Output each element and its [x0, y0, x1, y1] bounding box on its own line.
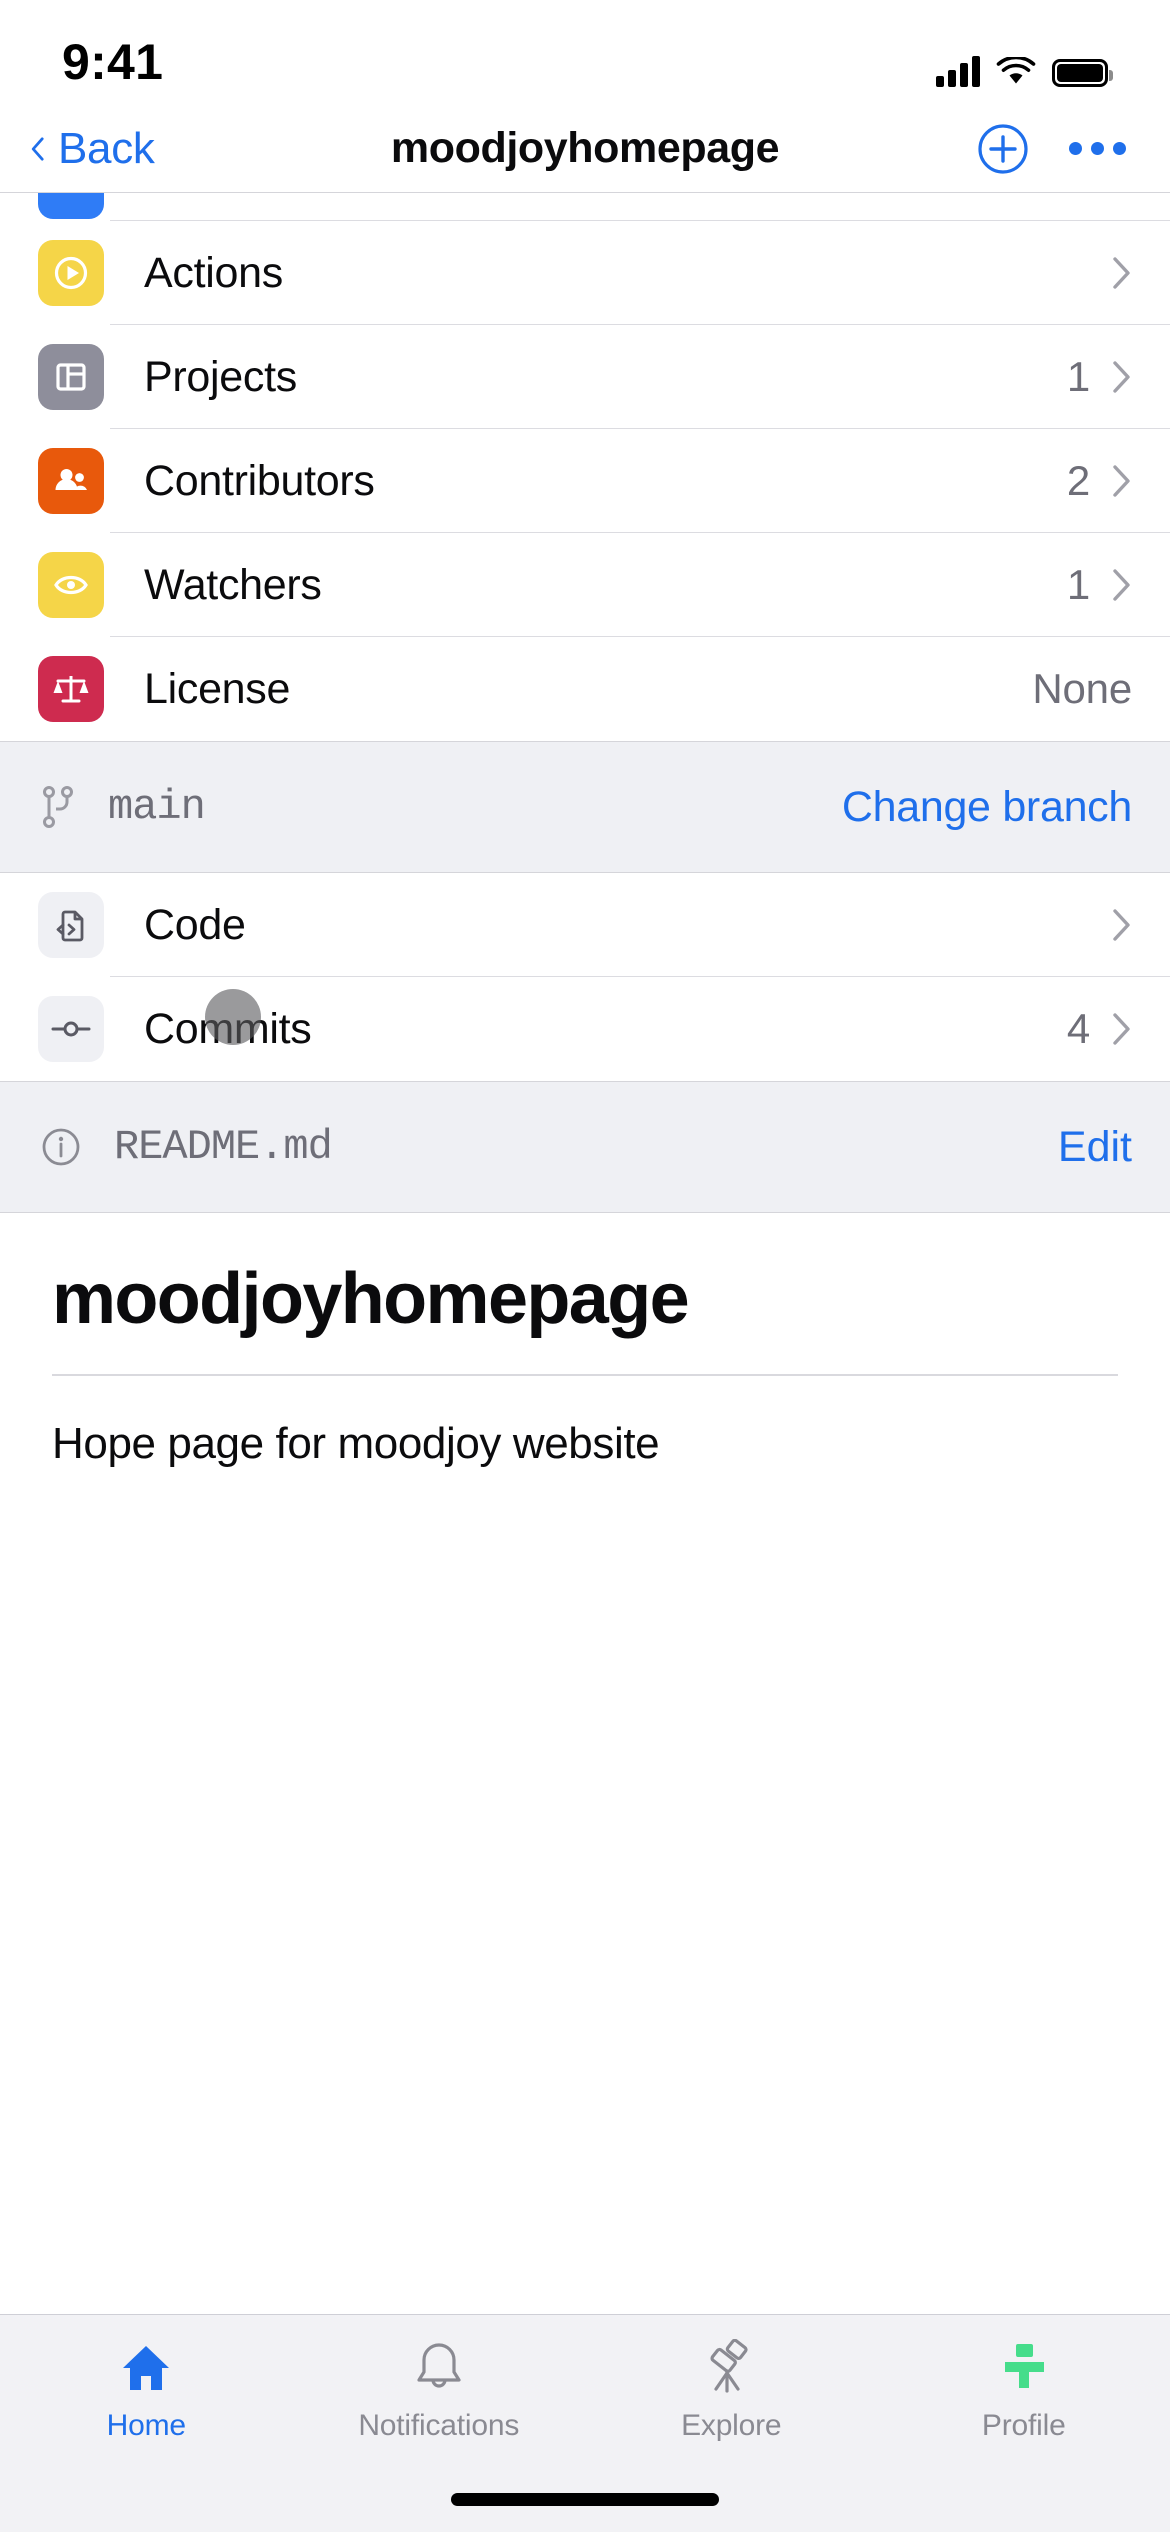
- edit-readme-button[interactable]: Edit: [1058, 1123, 1132, 1172]
- avatar-icon: [996, 2337, 1052, 2399]
- list-item-value: 1: [1066, 561, 1090, 608]
- list-item-label: Contributors: [144, 456, 375, 505]
- info-circle-icon: [42, 1128, 80, 1166]
- people-icon: [38, 448, 104, 514]
- telescope-icon: [701, 2337, 761, 2399]
- list-item-actions[interactable]: Actions: [0, 221, 1170, 325]
- list-item-value: 2: [1066, 457, 1090, 504]
- readme-filename: README.md: [114, 1123, 333, 1171]
- git-branch-icon: [43, 786, 73, 828]
- scales-icon: [38, 656, 104, 722]
- list-item-value: None: [1032, 665, 1132, 712]
- list-item-license[interactable]: License None: [0, 637, 1170, 741]
- table-layout-icon: [38, 344, 104, 410]
- home-icon: [117, 2337, 175, 2399]
- eye-icon: [38, 552, 104, 618]
- readme-heading: moodjoyhomepage: [52, 1259, 690, 1339]
- wifi-icon: [996, 57, 1036, 84]
- partial-row-above[interactable]: [0, 193, 1170, 221]
- readme-bar: README.md Edit: [0, 1081, 1170, 1213]
- chevron-right-icon: [1113, 361, 1130, 393]
- partial-row-icon: [38, 193, 104, 219]
- cellular-signal-icon: [936, 55, 980, 87]
- readme-content: moodjoyhomepage Hope page for moodjoy we…: [0, 1213, 1170, 1474]
- status-bar-time: 9:41: [62, 34, 164, 90]
- list-item-label: Actions: [144, 248, 283, 297]
- readme-divider: [52, 1373, 1118, 1376]
- play-circle-icon: [38, 240, 104, 306]
- tab-label: Home: [106, 2409, 186, 2442]
- chevron-right-icon: [1113, 257, 1130, 289]
- back-button-label: Back: [58, 123, 155, 173]
- git-commit-icon: [38, 996, 104, 1062]
- tab-label: Notifications: [358, 2409, 520, 2442]
- tab-label: Explore: [681, 2409, 782, 2442]
- back-button[interactable]: Back: [0, 124, 155, 174]
- list-item-value: 1: [1066, 353, 1090, 400]
- list-item-code[interactable]: Code: [0, 873, 1170, 977]
- tab-notifications[interactable]: Notifications: [293, 2337, 586, 2443]
- list-item-label: Watchers: [144, 560, 322, 609]
- more-options-button[interactable]: [1069, 142, 1126, 155]
- list-item-label: License: [144, 664, 291, 713]
- chevron-right-icon: [1113, 569, 1130, 601]
- list-item-watchers[interactable]: Watchers 1: [0, 533, 1170, 637]
- chevron-right-icon: [1113, 1013, 1130, 1045]
- bell-icon: [412, 2337, 466, 2399]
- phone-screen: 9:41 Back moodjoyhomepage Actions Projec…: [0, 0, 1170, 2532]
- chevron-right-icon: [1113, 465, 1130, 497]
- list-item-commits[interactable]: Commits 4: [0, 977, 1170, 1081]
- status-bar: 9:41: [0, 0, 1170, 105]
- tab-label: Profile: [981, 2409, 1066, 2442]
- branch-bar: main Change branch: [0, 741, 1170, 873]
- tab-profile[interactable]: Profile: [878, 2337, 1170, 2443]
- file-code-icon: [38, 892, 104, 958]
- list-item-projects[interactable]: Projects 1: [0, 325, 1170, 429]
- navigation-bar: Back moodjoyhomepage: [0, 105, 1170, 193]
- list-item-contributors[interactable]: Contributors 2: [0, 429, 1170, 533]
- tab-explore[interactable]: Explore: [585, 2337, 878, 2443]
- branch-name: main: [108, 783, 206, 831]
- repository-content: Actions Projects 1 Contributors 2 Watche…: [0, 193, 1170, 1474]
- list-item-value: 4: [1066, 1005, 1090, 1052]
- chevron-right-icon: [1113, 909, 1130, 941]
- change-branch-button[interactable]: Change branch: [842, 783, 1132, 832]
- list-item-label: Code: [144, 900, 246, 949]
- chevron-left-icon: [31, 136, 44, 161]
- plus-circle-icon[interactable]: [977, 123, 1029, 175]
- navigation-actions: [977, 123, 1170, 175]
- readme-paragraph: Hope page for moodjoy website: [52, 1418, 660, 1468]
- tab-home[interactable]: Home: [0, 2337, 293, 2443]
- list-item-label: Commits: [144, 1004, 312, 1053]
- battery-icon: [1052, 59, 1113, 87]
- tab-bar: Home Notifications Explore Profile: [0, 2314, 1170, 2532]
- home-indicator: [451, 2493, 719, 2506]
- list-item-label: Projects: [144, 352, 297, 401]
- status-bar-indicators: [936, 55, 1113, 91]
